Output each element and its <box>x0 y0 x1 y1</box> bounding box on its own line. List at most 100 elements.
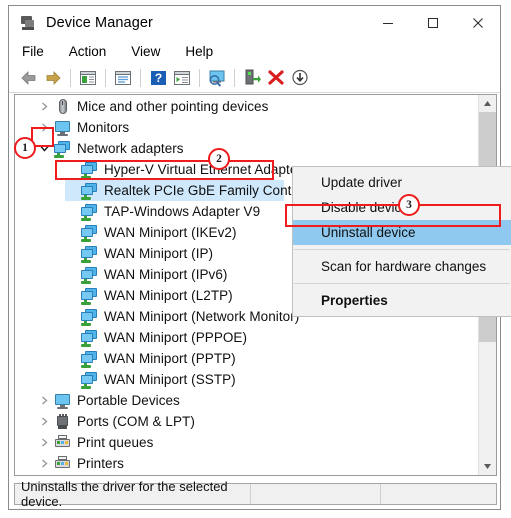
chevron-right-icon[interactable] <box>36 438 53 447</box>
network-icon <box>80 371 100 389</box>
network-icon <box>80 161 100 179</box>
tree-item-label: Mice and other pointing devices <box>77 99 269 114</box>
chevron-right-icon[interactable] <box>36 417 53 426</box>
chevron-right-icon[interactable] <box>36 123 53 132</box>
tree-item[interactable]: Mice and other pointing devices <box>15 96 478 117</box>
tree-item[interactable]: WAN Miniport (PPTP) <box>15 348 478 369</box>
device-manager-icon <box>19 14 37 32</box>
network-icon <box>80 203 100 221</box>
window-controls <box>365 6 500 39</box>
toolbar-separator <box>234 68 235 87</box>
minimize-button[interactable] <box>365 6 410 39</box>
mouse-icon <box>53 98 73 116</box>
menu-file[interactable]: File <box>20 42 46 61</box>
port-icon <box>53 413 73 431</box>
back-icon[interactable] <box>17 66 41 90</box>
chevron-down-icon[interactable] <box>36 144 53 153</box>
tree-item-label: WAN Miniport (Network Monitor) <box>104 309 300 324</box>
menu-view[interactable]: View <box>129 42 162 61</box>
status-message: Uninstalls the driver for the selected d… <box>21 479 228 509</box>
tree-item-label: Hyper-V Virtual Ethernet Adapter <box>104 162 302 177</box>
tree-item[interactable]: Printers <box>15 453 478 474</box>
network-icon <box>80 224 100 242</box>
scan-for-hardware-changes-icon[interactable] <box>205 66 229 90</box>
tree-item[interactable]: Processors <box>15 474 478 475</box>
tree-item[interactable]: WAN Miniport (SSTP) <box>15 369 478 390</box>
toolbar-separator <box>105 68 106 87</box>
tree-item-label: WAN Miniport (SSTP) <box>104 372 236 387</box>
window-title: Device Manager <box>46 14 153 31</box>
maximize-button[interactable] <box>410 6 455 39</box>
tree-item-label: Realtek PCIe GbE Family Controller <box>104 183 322 198</box>
uninstall-device-icon[interactable] <box>264 66 288 90</box>
toolbar-separator <box>70 68 71 87</box>
network-icon <box>80 329 100 347</box>
context-menu[interactable]: Update driver Disable device Uninstall dev… <box>292 166 511 317</box>
tree-item-label: TAP-Windows Adapter V9 <box>104 204 261 219</box>
status-bar: Uninstalls the driver for the selected d… <box>14 479 497 509</box>
title-bar: Device Manager <box>9 6 500 39</box>
tree-item-label: WAN Miniport (L2TP) <box>104 288 233 303</box>
show-hide-console-tree-icon[interactable] <box>76 66 100 90</box>
svg-text:?: ? <box>154 71 161 85</box>
context-menu-item-label: Properties <box>321 293 388 308</box>
annotation-badge-1: 1 <box>14 137 36 159</box>
context-menu-item-label: Disable device <box>321 200 409 215</box>
toolbar-separator <box>199 68 200 87</box>
tree-item[interactable]: WAN Miniport (PPPOE) <box>15 327 478 348</box>
context-menu-separator <box>294 283 510 284</box>
tree-item-label: Ports (COM & LPT) <box>77 414 195 429</box>
context-menu-item[interactable]: Uninstall device <box>293 220 511 245</box>
tree-item[interactable]: Network adapters <box>15 138 478 159</box>
context-menu-item-label: Update driver <box>321 175 403 190</box>
tree-item-content: TAP-Windows Adapter V9 <box>15 203 260 221</box>
context-menu-item[interactable]: Properties <box>293 288 511 313</box>
close-button[interactable] <box>455 6 500 39</box>
network-icon <box>80 308 100 326</box>
network-icon <box>80 245 100 263</box>
network-icon <box>80 182 100 200</box>
tree-item-label: WAN Miniport (IPv6) <box>104 267 228 282</box>
update-driver-icon[interactable] <box>240 66 264 90</box>
chevron-right-icon[interactable] <box>36 102 53 111</box>
scroll-up-icon[interactable] <box>479 95 496 112</box>
tree-item-label: WAN Miniport (IP) <box>104 246 214 261</box>
context-menu-separator <box>294 249 510 250</box>
chevron-right-icon[interactable] <box>36 396 53 405</box>
scroll-down-icon[interactable] <box>479 458 496 475</box>
menu-action[interactable]: Action <box>67 42 109 61</box>
disable-device-icon[interactable] <box>288 66 312 90</box>
network-icon <box>53 140 73 158</box>
monitor-icon <box>53 392 73 410</box>
tree-item-content: Portable Devices <box>15 392 180 410</box>
network-icon <box>80 266 100 284</box>
printer-icon <box>53 455 73 473</box>
tree-item-content: WAN Miniport (PPPOE) <box>15 329 247 347</box>
tree-item[interactable]: Ports (COM & LPT) <box>15 411 478 432</box>
context-menu-item-label: Uninstall device <box>321 225 416 240</box>
help-icon[interactable]: ? <box>146 66 170 90</box>
tree-item[interactable]: Print queues <box>15 432 478 453</box>
context-menu-item[interactable]: Scan for hardware changes <box>293 254 511 279</box>
tree-item-content: WAN Miniport (IPv6) <box>15 266 227 284</box>
tree-item[interactable]: Monitors <box>15 117 478 138</box>
status-pane-3 <box>381 484 496 504</box>
tree-item-content: Printers <box>15 455 124 473</box>
tree-item-content: WAN Miniport (PPTP) <box>15 350 236 368</box>
menu-bar: File Action View Help <box>9 39 500 63</box>
network-icon <box>80 350 100 368</box>
tree-item-content: Mice and other pointing devices <box>15 98 268 116</box>
tree-item-label: WAN Miniport (PPTP) <box>104 351 236 366</box>
chevron-right-icon[interactable] <box>36 459 53 468</box>
show-hide-action-pane-icon[interactable] <box>170 66 194 90</box>
toolbar: ? <box>9 63 500 93</box>
tree-item-content: Print queues <box>15 434 153 452</box>
tree-item-content: WAN Miniport (L2TP) <box>15 287 233 305</box>
properties-icon[interactable] <box>111 66 135 90</box>
menu-help[interactable]: Help <box>183 42 215 61</box>
forward-icon[interactable] <box>41 66 65 90</box>
context-menu-item[interactable]: Update driver <box>293 170 511 195</box>
toolbar-separator <box>140 68 141 87</box>
device-manager-window: Device Manager File Action View Help ? M… <box>8 5 511 510</box>
tree-item[interactable]: Portable Devices <box>15 390 478 411</box>
